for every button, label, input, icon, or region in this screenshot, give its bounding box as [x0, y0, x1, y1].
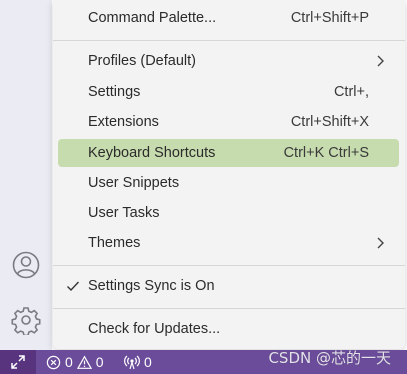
menu-item-label: Command Palette... [88, 10, 217, 26]
menu-item-shortcut: Ctrl+Shift+X [290, 114, 369, 130]
menu-item-settings[interactable]: Settings Ctrl+, [58, 78, 399, 106]
warning-icon [76, 354, 92, 369]
ports-count: 0 [144, 354, 152, 370]
chevron-right-icon [377, 55, 384, 67]
activity-bar [0, 0, 52, 350]
menu-item-command-palette[interactable]: Command Palette... Ctrl+Shift+P [58, 4, 399, 32]
menu-item-label: Settings [88, 84, 141, 100]
remote-indicator[interactable] [0, 350, 36, 374]
menu-item-label: Themes [88, 235, 141, 251]
menu-item-shortcut: Ctrl+, [333, 84, 369, 100]
error-icon [46, 355, 61, 369]
menu-item-keyboard-shortcuts[interactable]: Keyboard Shortcuts Ctrl+K Ctrl+S [58, 139, 399, 167]
check-icon [67, 281, 80, 292]
broadcast-icon [124, 355, 140, 370]
menu-item-label: User Tasks [88, 205, 160, 221]
account-icon[interactable] [8, 247, 44, 283]
menu-item-shortcut: Ctrl+Shift+P [290, 10, 369, 26]
ports-indicator[interactable]: 0 [124, 350, 152, 374]
chevron-right-icon [377, 237, 384, 249]
menu-item-shortcut: Ctrl+K Ctrl+S [283, 145, 369, 161]
menu-item-label: User Snippets [88, 175, 180, 191]
menu-item-label: Profiles (Default) [88, 53, 196, 69]
menu-item-label: Check for Updates... [88, 321, 221, 337]
warning-count: 0 [95, 354, 104, 370]
manage-menu: Command Palette... Ctrl+Shift+P Profiles… [53, 0, 405, 349]
menu-separator [53, 265, 405, 266]
menu-item-user-tasks[interactable]: User Tasks [58, 199, 399, 227]
menu-item-user-snippets[interactable]: User Snippets [58, 169, 399, 197]
menu-item-extensions[interactable]: Extensions Ctrl+Shift+X [58, 108, 399, 136]
error-count: 0 [65, 354, 73, 370]
watermark-text: CSDN @芯的一天 [268, 349, 391, 367]
problems-indicator[interactable]: 0 0 [46, 350, 104, 374]
menu-item-check-updates[interactable]: Check for Updates... [58, 315, 399, 343]
remote-icon [11, 355, 25, 369]
menu-item-label: Keyboard Shortcuts [88, 145, 216, 161]
menu-separator [53, 40, 405, 41]
menu-separator [53, 308, 405, 309]
menu-item-label: Extensions [88, 114, 159, 130]
menu-item-label: Settings Sync is On [88, 278, 215, 294]
manage-gear-icon[interactable] [8, 302, 44, 338]
menu-item-themes[interactable]: Themes [58, 229, 399, 257]
menu-item-profiles[interactable]: Profiles (Default) [58, 47, 399, 75]
menu-item-settings-sync[interactable]: Settings Sync is On [58, 272, 399, 300]
